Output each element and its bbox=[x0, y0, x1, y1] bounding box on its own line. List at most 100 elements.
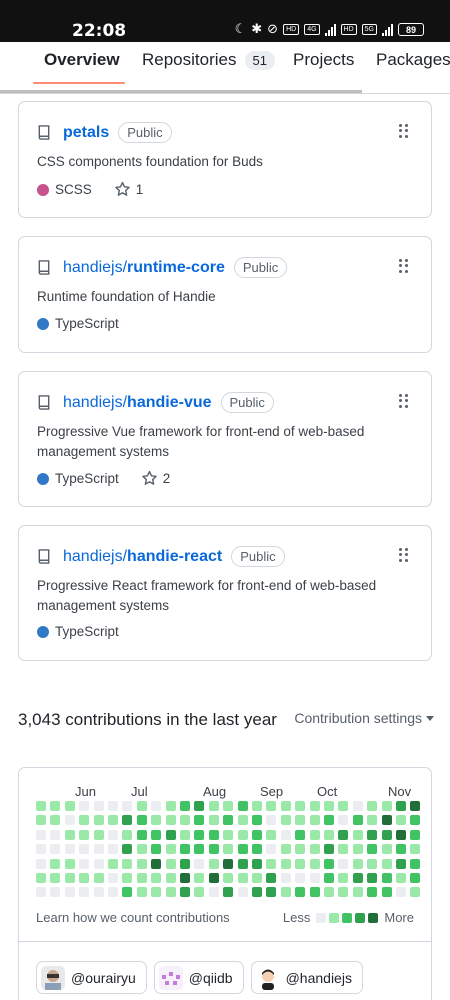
contribution-day-cell[interactable] bbox=[266, 829, 277, 840]
contribution-day-cell[interactable] bbox=[108, 815, 118, 826]
contribution-day-cell[interactable] bbox=[410, 815, 421, 826]
contribution-settings-button[interactable]: Contribution settings bbox=[294, 710, 434, 726]
contribution-day-cell[interactable] bbox=[266, 887, 277, 898]
contribution-day-cell[interactable] bbox=[108, 829, 118, 840]
contribution-day-cell[interactable] bbox=[208, 873, 219, 883]
contribution-day-cell[interactable] bbox=[122, 815, 133, 826]
contribution-day-cell[interactable] bbox=[295, 801, 306, 811]
contribution-day-cell[interactable] bbox=[396, 815, 406, 826]
contribution-day-cell[interactable] bbox=[252, 887, 262, 898]
tab-repositories[interactable]: Repositories 51 bbox=[142, 50, 275, 70]
contribution-day-cell[interactable] bbox=[122, 829, 133, 840]
contribution-day-cell[interactable] bbox=[50, 873, 61, 883]
contribution-day-cell[interactable] bbox=[252, 858, 262, 869]
contribution-day-cell[interactable] bbox=[367, 887, 378, 898]
contribution-day-cell[interactable] bbox=[252, 815, 262, 826]
contribution-day-cell[interactable] bbox=[410, 829, 421, 840]
contribution-day-cell[interactable] bbox=[122, 873, 133, 883]
tab-packages[interactable]: Packages bbox=[376, 50, 450, 70]
contribution-day-cell[interactable] bbox=[194, 829, 205, 840]
contribution-day-cell[interactable] bbox=[410, 887, 421, 898]
contribution-day-cell[interactable] bbox=[180, 801, 190, 811]
contribution-day-cell[interactable] bbox=[309, 887, 320, 898]
contribution-day-cell[interactable] bbox=[64, 829, 75, 840]
contribution-day-cell[interactable] bbox=[237, 815, 248, 826]
contribution-day-cell[interactable] bbox=[223, 815, 234, 826]
contribution-day-cell[interactable] bbox=[338, 844, 349, 855]
contribution-day-cell[interactable] bbox=[237, 829, 248, 840]
contribution-day-cell[interactable] bbox=[165, 815, 176, 826]
contribution-day-cell[interactable] bbox=[36, 815, 46, 826]
drag-handle-icon[interactable] bbox=[399, 124, 409, 138]
contribution-day-cell[interactable] bbox=[237, 858, 248, 869]
contribution-day-cell[interactable] bbox=[180, 887, 190, 898]
contribution-day-cell[interactable] bbox=[151, 887, 162, 898]
contribution-day-cell[interactable] bbox=[410, 873, 421, 883]
contribution-day-cell[interactable] bbox=[136, 887, 147, 898]
contribution-day-cell[interactable] bbox=[280, 801, 291, 811]
contribution-day-cell[interactable] bbox=[180, 873, 190, 883]
contribution-day-cell[interactable] bbox=[50, 801, 61, 811]
contribution-day-cell[interactable] bbox=[266, 844, 277, 855]
contribution-day-cell[interactable] bbox=[396, 873, 406, 883]
contribution-day-cell[interactable] bbox=[64, 873, 75, 883]
contribution-day-cell[interactable] bbox=[252, 844, 262, 855]
org-filter-button[interactable]: @ourairyu bbox=[36, 961, 147, 994]
contribution-day-cell[interactable] bbox=[381, 858, 392, 869]
contribution-day-cell[interactable] bbox=[280, 815, 291, 826]
contribution-day-cell[interactable] bbox=[237, 801, 248, 811]
contribution-day-cell[interactable] bbox=[338, 887, 349, 898]
contribution-day-cell[interactable] bbox=[136, 858, 147, 869]
contribution-day-cell[interactable] bbox=[194, 887, 205, 898]
contribution-day-cell[interactable] bbox=[324, 829, 334, 840]
contribution-day-cell[interactable] bbox=[36, 829, 46, 840]
contribution-day-cell[interactable] bbox=[136, 815, 147, 826]
contribution-day-cell[interactable] bbox=[309, 829, 320, 840]
contribution-day-cell[interactable] bbox=[208, 829, 219, 840]
contribution-day-cell[interactable] bbox=[352, 801, 363, 811]
contribution-day-cell[interactable] bbox=[136, 829, 147, 840]
contribution-day-cell[interactable] bbox=[194, 815, 205, 826]
contribution-day-cell[interactable] bbox=[122, 858, 133, 869]
contribution-day-cell[interactable] bbox=[36, 887, 46, 898]
contribution-day-cell[interactable] bbox=[410, 858, 421, 869]
contribution-day-cell[interactable] bbox=[180, 815, 190, 826]
contribution-day-cell[interactable] bbox=[180, 844, 190, 855]
contribution-day-cell[interactable] bbox=[36, 873, 46, 883]
contribution-day-cell[interactable] bbox=[108, 858, 118, 869]
contribution-day-cell[interactable] bbox=[194, 844, 205, 855]
contribution-day-cell[interactable] bbox=[266, 858, 277, 869]
contribution-day-cell[interactable] bbox=[338, 858, 349, 869]
contribution-day-cell[interactable] bbox=[208, 844, 219, 855]
contribution-day-cell[interactable] bbox=[165, 844, 176, 855]
contribution-day-cell[interactable] bbox=[295, 844, 306, 855]
contribution-day-cell[interactable] bbox=[266, 873, 277, 883]
contribution-day-cell[interactable] bbox=[194, 801, 205, 811]
contribution-day-cell[interactable] bbox=[93, 844, 104, 855]
contribution-day-cell[interactable] bbox=[165, 887, 176, 898]
contribution-day-cell[interactable] bbox=[352, 873, 363, 883]
contribution-day-cell[interactable] bbox=[79, 858, 90, 869]
contribution-day-cell[interactable] bbox=[151, 815, 162, 826]
contribution-day-cell[interactable] bbox=[280, 829, 291, 840]
contribution-day-cell[interactable] bbox=[381, 844, 392, 855]
contribution-day-cell[interactable] bbox=[122, 844, 133, 855]
contribution-day-cell[interactable] bbox=[151, 829, 162, 840]
contribution-day-cell[interactable] bbox=[324, 801, 334, 811]
contribution-day-cell[interactable] bbox=[64, 844, 75, 855]
contribution-day-cell[interactable] bbox=[93, 887, 104, 898]
contribution-day-cell[interactable] bbox=[180, 858, 190, 869]
contribution-day-cell[interactable] bbox=[295, 829, 306, 840]
contribution-day-cell[interactable] bbox=[194, 873, 205, 883]
contribution-day-cell[interactable] bbox=[79, 887, 90, 898]
contribution-day-cell[interactable] bbox=[324, 858, 334, 869]
contribution-day-cell[interactable] bbox=[381, 887, 392, 898]
contribution-day-cell[interactable] bbox=[151, 873, 162, 883]
contribution-day-cell[interactable] bbox=[50, 829, 61, 840]
drag-handle-icon[interactable] bbox=[399, 259, 409, 273]
contribution-day-cell[interactable] bbox=[136, 844, 147, 855]
contribution-day-cell[interactable] bbox=[338, 829, 349, 840]
contribution-day-cell[interactable] bbox=[352, 815, 363, 826]
contribution-day-cell[interactable] bbox=[396, 829, 406, 840]
contribution-day-cell[interactable] bbox=[237, 844, 248, 855]
